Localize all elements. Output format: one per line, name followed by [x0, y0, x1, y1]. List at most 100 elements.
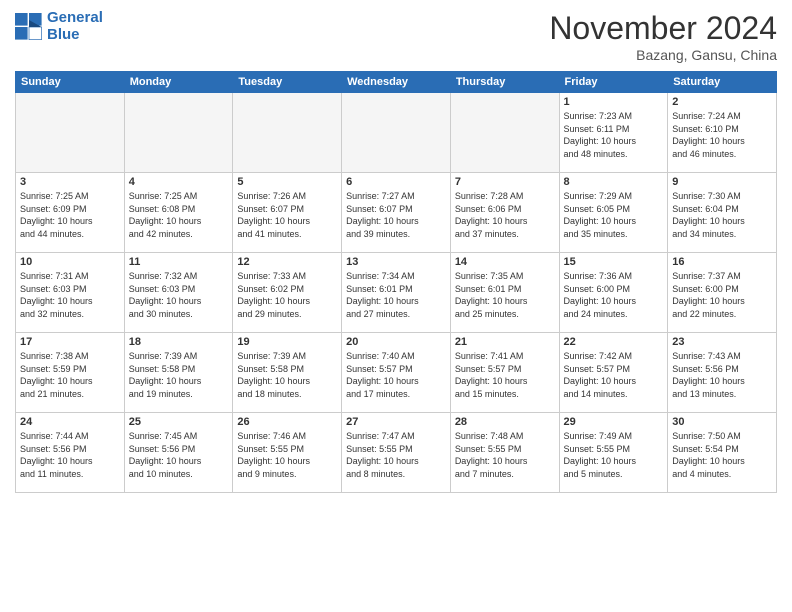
day-number: 27 [346, 416, 446, 428]
day-number: 19 [237, 336, 337, 348]
week-row-2: 10Sunrise: 7:31 AMSunset: 6:03 PMDayligh… [16, 253, 777, 333]
week-row-1: 3 Sunrise: 7:25 AMSunset: 6:09 PMDaylight… [16, 173, 777, 253]
calendar-cell: 6 Sunrise: 7:27 AMSunset: 6:07 PMDaylight… [342, 173, 451, 253]
day-info: Sunrise: 7:36 AMSunset: 6:00 PMDaylight:… [564, 270, 664, 320]
calendar-cell: 26 Sunrise: 7:46 AMSunset: 5:55 PMDayligh… [233, 413, 342, 493]
calendar-cell: 16 Sunrise: 7:37 AMSunset: 6:00 PMDayligh… [668, 253, 777, 333]
day-number: 3 [20, 176, 120, 188]
header-row: Sunday Monday Tuesday Wednesday Thursday… [16, 72, 777, 93]
day-info: Sunrise: 7:37 AMSunset: 6:00 PMDaylight:… [672, 270, 772, 320]
day-number: 5 [237, 176, 337, 188]
day-info: Sunrise: 7:29 AMSunset: 6:05 PMDaylight:… [564, 190, 664, 240]
header: General Blue November 2024 Bazang, Gansu… [15, 10, 777, 63]
day-number: 21 [455, 336, 555, 348]
day-number: 22 [564, 336, 664, 348]
day-info: Sunrise: 7:38 AMSunset: 5:59 PMDaylight:… [20, 350, 120, 400]
day-number: 15 [564, 256, 664, 268]
day-info: Sunrise: 7:32 AMSunset: 6:03 PMDaylight:… [129, 270, 229, 320]
calendar-cell [124, 93, 233, 173]
title-area: November 2024 Bazang, Gansu, China [549, 10, 777, 63]
calendar-cell: 11 Sunrise: 7:32 AMSunset: 6:03 PMDayligh… [124, 253, 233, 333]
col-thursday: Thursday [450, 72, 559, 93]
calendar-cell: 15 Sunrise: 7:36 AMSunset: 6:00 PMDayligh… [559, 253, 668, 333]
calendar-cell: 18 Sunrise: 7:39 AMSunset: 5:58 PMDayligh… [124, 333, 233, 413]
day-info: Sunrise: 7:50 AMSunset: 5:54 PMDaylight:… [672, 430, 772, 480]
day-info: Sunrise: 7:39 AMSunset: 5:58 PMDaylight:… [129, 350, 229, 400]
day-info: Sunrise: 7:47 AMSunset: 5:55 PMDaylight:… [346, 430, 446, 480]
day-info: Sunrise: 7:25 AMSunset: 6:09 PMDaylight:… [20, 190, 120, 240]
col-friday: Friday [559, 72, 668, 93]
calendar-table: Sunday Monday Tuesday Wednesday Thursday… [15, 71, 777, 493]
day-number: 28 [455, 416, 555, 428]
calendar-cell: 12 Sunrise: 7:33 AMSunset: 6:02 PMDayligh… [233, 253, 342, 333]
day-info: Sunrise: 7:30 AMSunset: 6:04 PMDaylight:… [672, 190, 772, 240]
day-info: Sunrise: 7:27 AMSunset: 6:07 PMDaylight:… [346, 190, 446, 240]
day-info: Sunrise: 7:48 AMSunset: 5:55 PMDaylight:… [455, 430, 555, 480]
day-number: 16 [672, 256, 772, 268]
day-info: Sunrise: 7:28 AMSunset: 6:06 PMDaylight:… [455, 190, 555, 240]
logo-text: General Blue [47, 10, 103, 43]
day-number: 9 [672, 176, 772, 188]
col-tuesday: Tuesday [233, 72, 342, 93]
day-info: Sunrise: 7:40 AMSunset: 5:57 PMDaylight:… [346, 350, 446, 400]
day-number: 25 [129, 416, 229, 428]
week-row-0: 1 Sunrise: 7:23 AMSunset: 6:11 PMDaylight… [16, 93, 777, 173]
day-number: 20 [346, 336, 446, 348]
day-info: Sunrise: 7:26 AMSunset: 6:07 PMDaylight:… [237, 190, 337, 240]
calendar-cell: 14 Sunrise: 7:35 AMSunset: 6:01 PMDayligh… [450, 253, 559, 333]
day-number: 29 [564, 416, 664, 428]
calendar-cell: 20 Sunrise: 7:40 AMSunset: 5:57 PMDayligh… [342, 333, 451, 413]
day-number: 2 [672, 96, 772, 108]
calendar-cell: 5 Sunrise: 7:26 AMSunset: 6:07 PMDaylight… [233, 173, 342, 253]
day-number: 8 [564, 176, 664, 188]
week-row-3: 17 Sunrise: 7:38 AMSunset: 5:59 PMDayligh… [16, 333, 777, 413]
calendar-cell: 3 Sunrise: 7:25 AMSunset: 6:09 PMDaylight… [16, 173, 125, 253]
subtitle: Bazang, Gansu, China [549, 47, 777, 63]
col-monday: Monday [124, 72, 233, 93]
calendar-cell: 28 Sunrise: 7:48 AMSunset: 5:55 PMDayligh… [450, 413, 559, 493]
day-info: Sunrise: 7:41 AMSunset: 5:57 PMDaylight:… [455, 350, 555, 400]
day-number: 17 [20, 336, 120, 348]
logo-icon [15, 13, 43, 41]
page: General Blue November 2024 Bazang, Gansu… [0, 0, 792, 503]
day-info: Sunrise: 7:35 AMSunset: 6:01 PMDaylight:… [455, 270, 555, 320]
day-info: Sunrise: 7:45 AMSunset: 5:56 PMDaylight:… [129, 430, 229, 480]
calendar-cell: 1 Sunrise: 7:23 AMSunset: 6:11 PMDaylight… [559, 93, 668, 173]
calendar-cell: 22Sunrise: 7:42 AMSunset: 5:57 PMDayligh… [559, 333, 668, 413]
calendar-cell: 7 Sunrise: 7:28 AMSunset: 6:06 PMDaylight… [450, 173, 559, 253]
calendar-cell: 30Sunrise: 7:50 AMSunset: 5:54 PMDayligh… [668, 413, 777, 493]
calendar-cell: 27 Sunrise: 7:47 AMSunset: 5:55 PMDayligh… [342, 413, 451, 493]
calendar-cell: 13 Sunrise: 7:34 AMSunset: 6:01 PMDayligh… [342, 253, 451, 333]
col-saturday: Saturday [668, 72, 777, 93]
calendar-cell: 4 Sunrise: 7:25 AMSunset: 6:08 PMDaylight… [124, 173, 233, 253]
day-info: Sunrise: 7:33 AMSunset: 6:02 PMDaylight:… [237, 270, 337, 320]
day-number: 18 [129, 336, 229, 348]
day-number: 7 [455, 176, 555, 188]
calendar-cell: 10Sunrise: 7:31 AMSunset: 6:03 PMDayligh… [16, 253, 125, 333]
day-info: Sunrise: 7:43 AMSunset: 5:56 PMDaylight:… [672, 350, 772, 400]
day-number: 1 [564, 96, 664, 108]
day-info: Sunrise: 7:34 AMSunset: 6:01 PMDaylight:… [346, 270, 446, 320]
col-sunday: Sunday [16, 72, 125, 93]
day-number: 13 [346, 256, 446, 268]
day-info: Sunrise: 7:25 AMSunset: 6:08 PMDaylight:… [129, 190, 229, 240]
day-info: Sunrise: 7:23 AMSunset: 6:11 PMDaylight:… [564, 110, 664, 160]
day-number: 26 [237, 416, 337, 428]
day-number: 12 [237, 256, 337, 268]
calendar-cell: 23Sunrise: 7:43 AMSunset: 5:56 PMDayligh… [668, 333, 777, 413]
day-number: 14 [455, 256, 555, 268]
calendar-cell: 24Sunrise: 7:44 AMSunset: 5:56 PMDayligh… [16, 413, 125, 493]
calendar-cell: 19Sunrise: 7:39 AMSunset: 5:58 PMDayligh… [233, 333, 342, 413]
calendar-cell: 21 Sunrise: 7:41 AMSunset: 5:57 PMDayligh… [450, 333, 559, 413]
calendar-cell: 17 Sunrise: 7:38 AMSunset: 5:59 PMDayligh… [16, 333, 125, 413]
month-title: November 2024 [549, 10, 777, 47]
day-number: 6 [346, 176, 446, 188]
day-info: Sunrise: 7:46 AMSunset: 5:55 PMDaylight:… [237, 430, 337, 480]
col-wednesday: Wednesday [342, 72, 451, 93]
calendar-cell: 25 Sunrise: 7:45 AMSunset: 5:56 PMDayligh… [124, 413, 233, 493]
day-number: 4 [129, 176, 229, 188]
logo: General Blue [15, 10, 103, 43]
day-number: 11 [129, 256, 229, 268]
calendar-cell [233, 93, 342, 173]
calendar-cell [342, 93, 451, 173]
